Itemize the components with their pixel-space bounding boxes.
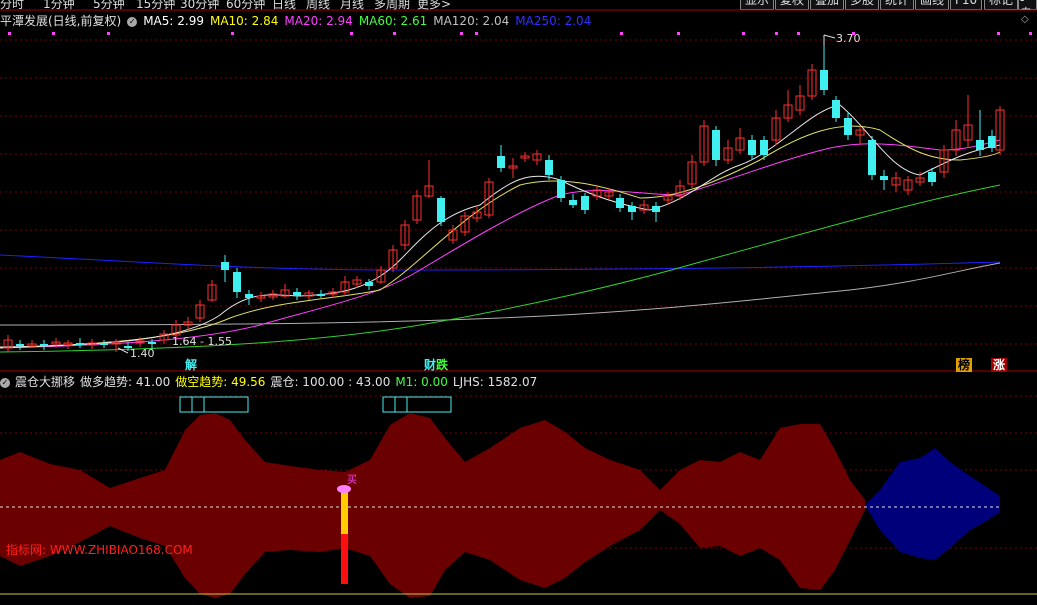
candle-body	[988, 136, 996, 148]
candle-body	[628, 206, 636, 212]
candle-body	[868, 140, 876, 175]
main-legend: 平潭发展(日线,前复权) ✓ MA5: 2.99 MA10: 2.84 MA20: 2.…	[0, 12, 597, 28]
buy-bar-yellow	[341, 492, 348, 534]
signal-dot	[852, 32, 855, 35]
m1-label: M1: 0.00	[395, 375, 448, 389]
chart-canvas: 3.70 1.40 1.64 - 1.55	[0, 9, 1037, 598]
ma10-label: MA10: 2.84	[209, 14, 279, 28]
candle-body	[365, 282, 373, 286]
short-trend-label: 做空趋势: 49.56	[175, 375, 266, 389]
stock-title: 平潭发展(日线,前复权)	[0, 14, 122, 28]
signal-box	[179, 396, 249, 413]
candle-body	[233, 272, 241, 292]
signal-box	[382, 396, 452, 413]
signal-dot	[775, 32, 778, 35]
range-label: 1.64 - 1.55	[172, 335, 232, 348]
ma20-line	[0, 139, 1001, 349]
watermark: 指标网: WWW.ZHIBIAO168.COM	[6, 543, 193, 557]
ma120-label: MA120: 2.04	[433, 14, 510, 28]
candle-body	[76, 343, 84, 345]
candle-body	[844, 118, 852, 135]
signal-dot	[393, 32, 396, 35]
tag-bang[interactable]: 榜	[956, 358, 973, 372]
indicator-name: 震仓大挪移	[15, 375, 76, 389]
long-trend-label: 做多趋势: 41.00	[80, 375, 171, 389]
indicator-settings-icon[interactable]: ✓	[0, 377, 10, 388]
ma20-label: MA20: 2.94	[284, 14, 353, 28]
candle-body	[497, 156, 505, 168]
candle-body	[976, 140, 984, 150]
candle-body	[40, 344, 48, 346]
candle-body	[760, 140, 768, 155]
settings-icon[interactable]: ✓	[127, 16, 138, 27]
candle-body	[652, 206, 660, 212]
signal-dot	[52, 32, 55, 35]
tag-jie[interactable]: 解	[183, 358, 199, 372]
high-price-label: 3.70	[836, 32, 861, 45]
signal-dot	[1029, 32, 1032, 35]
long-trend-wave	[0, 413, 865, 598]
candle-body	[880, 176, 888, 180]
candle-body	[317, 294, 325, 296]
signal-dot	[677, 32, 680, 35]
signal-dot	[231, 32, 234, 35]
short-trend-wave	[865, 448, 1000, 560]
candle-body	[820, 70, 828, 90]
signal-dot	[8, 32, 11, 35]
candle-body	[569, 200, 577, 205]
signal-dot	[797, 32, 800, 35]
signal-dot	[475, 32, 478, 35]
candle-body	[557, 180, 565, 198]
ma60-label: MA60: 2.61	[358, 14, 428, 28]
signal-dot	[460, 32, 463, 35]
signal-dot	[350, 32, 353, 35]
ma5-label: MA5: 2.99	[143, 14, 204, 28]
indicator-legend: ✓ 震仓大挪移 做多趋势: 41.00 做空趋势: 49.56 震仓: 100.00 :…	[0, 373, 542, 389]
tag-zhang[interactable]: 涨	[991, 358, 1008, 372]
low-marker	[117, 347, 129, 354]
candle-body	[293, 292, 301, 296]
signal-dot	[107, 32, 110, 35]
signal-dot	[620, 32, 623, 35]
buy-bar-red	[341, 534, 348, 584]
candle-body	[245, 294, 253, 298]
ma250-label: MA250: 2.04	[515, 14, 592, 28]
shakeout-label: 震仓: 100.00 : 43.00	[270, 375, 391, 389]
diamond-icon[interactable]: ◇	[1021, 14, 1029, 29]
signal-dot	[997, 32, 1000, 35]
signal-dot	[742, 32, 745, 35]
candle-body	[16, 344, 24, 346]
ma120-line	[0, 262, 1001, 326]
low-price-label: 1.40	[130, 347, 155, 360]
candle-body	[100, 343, 108, 345]
buy-signal-label: 买	[347, 475, 357, 486]
candle-body	[748, 140, 756, 155]
candle-body	[545, 160, 553, 175]
candle-body	[712, 130, 720, 160]
candle-body	[928, 172, 936, 182]
candle-body	[148, 342, 156, 344]
candle-body	[221, 262, 229, 270]
candle-body	[581, 196, 589, 210]
ljhs-label: LJHS: 1582.07	[452, 375, 538, 389]
candle-body	[616, 198, 624, 208]
candle-body	[437, 198, 445, 222]
candle-body	[832, 100, 840, 118]
tag-die[interactable]: 跌	[434, 358, 450, 372]
